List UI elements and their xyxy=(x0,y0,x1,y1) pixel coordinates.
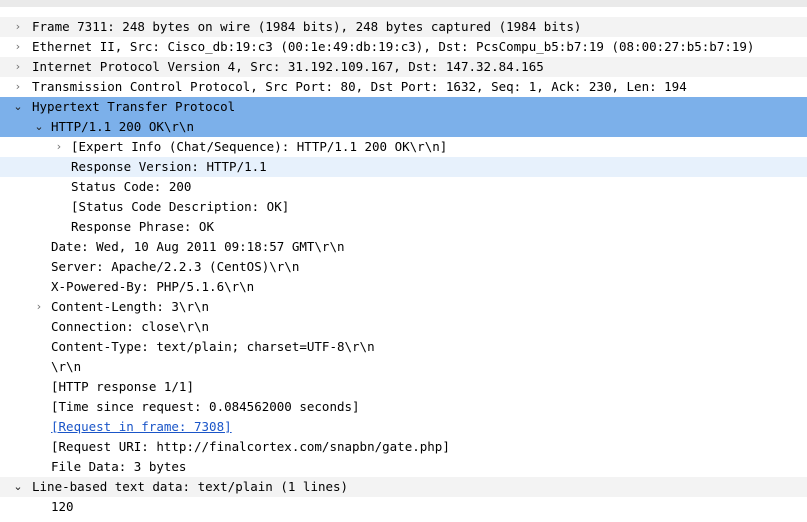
tree-item-label: [Status Code Description: OK] xyxy=(71,199,290,214)
tree-item-label: [Time since request: 0.084562000 seconds… xyxy=(51,399,360,414)
tree-item-file-data[interactable]: File Data: 3 bytes xyxy=(0,457,807,477)
tree-item-label: 120 xyxy=(51,499,74,514)
tree-item-http-response[interactable]: [HTTP response 1/1] xyxy=(0,377,807,397)
tree-item-label: Server: Apache/2.2.3 (CentOS)\r\n xyxy=(51,259,300,274)
tree-item-label: File Data: 3 bytes xyxy=(51,459,187,474)
tree-item-content-type[interactable]: Content-Type: text/plain; charset=UTF-8\… xyxy=(0,337,807,357)
tree-item-label: \r\n xyxy=(51,359,82,374)
tree-item-label: [Expert Info (Chat/Sequence): HTTP/1.1 2… xyxy=(71,139,448,154)
tree-item-label: Transmission Control Protocol, Src Port:… xyxy=(32,79,687,94)
tree-item-tcp[interactable]: › Transmission Control Protocol, Src Por… xyxy=(0,77,807,97)
chevron-down-icon[interactable]: ⌄ xyxy=(10,477,26,497)
tree-item-label: Line-based text data: text/plain (1 line… xyxy=(32,479,349,494)
chevron-right-icon[interactable]: › xyxy=(31,297,47,317)
pane-top-border xyxy=(0,0,807,7)
tree-item-request-in-frame[interactable]: [Request in frame: 7308] xyxy=(0,417,807,437)
tree-item-label: Hypertext Transfer Protocol xyxy=(32,99,236,114)
tree-item-label: Response Phrase: OK xyxy=(71,219,214,234)
tree-item-label: Date: Wed, 10 Aug 2011 09:18:57 GMT\r\n xyxy=(51,239,345,254)
tree-item-line-based-value[interactable]: 120 xyxy=(0,497,807,517)
chevron-right-icon[interactable]: › xyxy=(10,17,26,37)
chevron-right-icon[interactable]: › xyxy=(10,77,26,97)
chevron-right-icon[interactable]: › xyxy=(51,137,67,157)
tree-item-label: Status Code: 200 xyxy=(71,179,192,194)
tree-item-label: Connection: close\r\n xyxy=(51,319,210,334)
tree-item-label: HTTP/1.1 200 OK\r\n xyxy=(51,119,194,134)
tree-item-time-since-request[interactable]: [Time since request: 0.084562000 seconds… xyxy=(0,397,807,417)
chevron-right-icon[interactable]: › xyxy=(10,57,26,77)
tree-item-label: Content-Type: text/plain; charset=UTF-8\… xyxy=(51,339,375,354)
tree-item-label: Frame 7311: 248 bytes on wire (1984 bits… xyxy=(32,19,582,34)
request-in-frame-link[interactable]: [Request in frame: 7308] xyxy=(51,417,232,437)
tree-item-label: X-Powered-By: PHP/5.1.6\r\n xyxy=(51,279,255,294)
tree-item-label: Content-Length: 3\r\n xyxy=(51,299,210,314)
tree-item-label: [HTTP response 1/1] xyxy=(51,379,194,394)
tree-item-response-version[interactable]: Response Version: HTTP/1.1 xyxy=(0,157,807,177)
tree-item-ethernet[interactable]: › Ethernet II, Src: Cisco_db:19:c3 (00:1… xyxy=(0,37,807,57)
tree-item-line-based-text[interactable]: ⌄ Line-based text data: text/plain (1 li… xyxy=(0,477,807,497)
tree-item-http[interactable]: ⌄ Hypertext Transfer Protocol xyxy=(0,97,807,117)
chevron-down-icon[interactable]: ⌄ xyxy=(10,97,26,117)
tree-item-label: Internet Protocol Version 4, Src: 31.192… xyxy=(32,59,544,74)
tree-item-request-uri[interactable]: [Request URI: http://finalcortex.com/sna… xyxy=(0,437,807,457)
packet-details-tree: › Frame 7311: 248 bytes on wire (1984 bi… xyxy=(0,0,807,522)
chevron-down-icon[interactable]: ⌄ xyxy=(31,117,47,137)
tree-item-crlf[interactable]: \r\n xyxy=(0,357,807,377)
tree-item-ip[interactable]: › Internet Protocol Version 4, Src: 31.1… xyxy=(0,57,807,77)
tree-item-label: Response Version: HTTP/1.1 xyxy=(71,159,267,174)
chevron-right-icon[interactable]: › xyxy=(10,37,26,57)
tree-item-label: Ethernet II, Src: Cisco_db:19:c3 (00:1e:… xyxy=(32,39,755,54)
tree-item-http-status-line[interactable]: ⌄ HTTP/1.1 200 OK\r\n xyxy=(0,117,807,137)
tree-item-connection[interactable]: Connection: close\r\n xyxy=(0,317,807,337)
tree-item-label: [Request URI: http://finalcortex.com/sna… xyxy=(51,439,450,454)
tree-item-content-length[interactable]: › Content-Length: 3\r\n xyxy=(0,297,807,317)
tree-item-status-code-description[interactable]: [Status Code Description: OK] xyxy=(0,197,807,217)
tree-item-expert-info[interactable]: › [Expert Info (Chat/Sequence): HTTP/1.1… xyxy=(0,137,807,157)
tree-item-response-phrase[interactable]: Response Phrase: OK xyxy=(0,217,807,237)
tree-item-x-powered-by[interactable]: X-Powered-By: PHP/5.1.6\r\n xyxy=(0,277,807,297)
tree-item-status-code[interactable]: Status Code: 200 xyxy=(0,177,807,197)
tree-item-server[interactable]: Server: Apache/2.2.3 (CentOS)\r\n xyxy=(0,257,807,277)
tree-item-frame[interactable]: › Frame 7311: 248 bytes on wire (1984 bi… xyxy=(0,17,807,37)
tree-item-date[interactable]: Date: Wed, 10 Aug 2011 09:18:57 GMT\r\n xyxy=(0,237,807,257)
